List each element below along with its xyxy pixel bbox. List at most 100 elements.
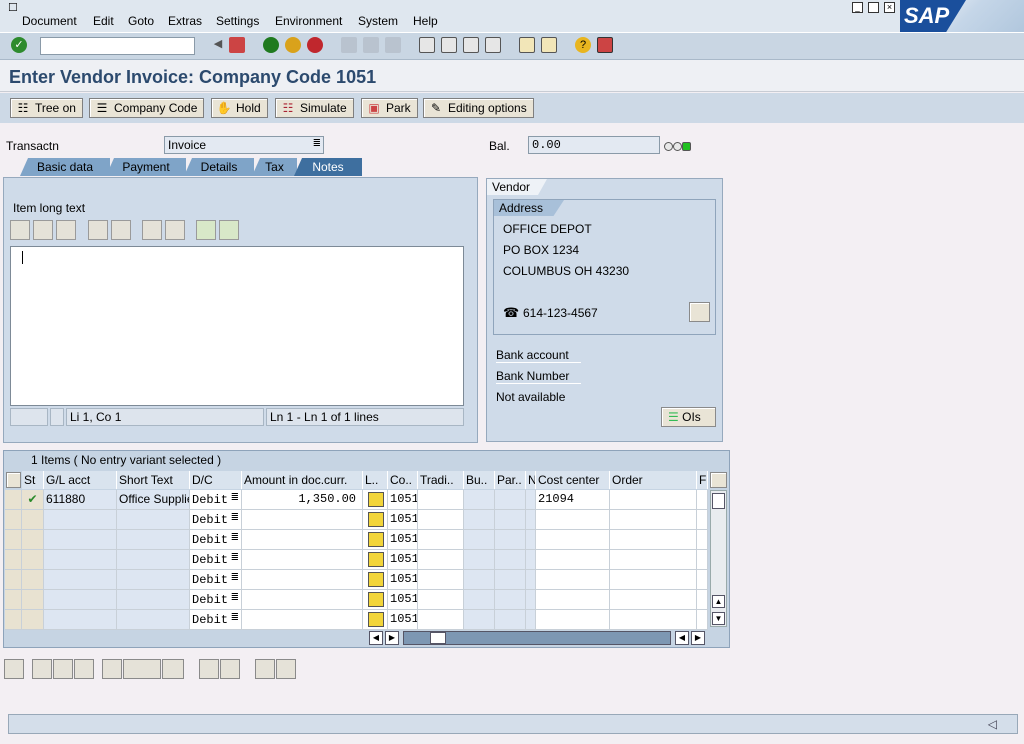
tax-code-field[interactable]	[363, 530, 388, 550]
gl-account-field[interactable]	[44, 550, 117, 570]
row-selector[interactable]	[5, 530, 22, 550]
back-arrow-icon[interactable]: ◀	[210, 37, 226, 53]
partner-field[interactable]	[495, 570, 526, 590]
column-header[interactable]: D/C	[190, 471, 242, 489]
deselect-all-icon[interactable]	[74, 659, 94, 679]
column-header[interactable]: Co..	[388, 471, 418, 489]
short-text-field[interactable]	[117, 610, 190, 630]
fi-field[interactable]	[697, 510, 708, 530]
delete-row-icon[interactable]	[162, 659, 184, 679]
amount-field[interactable]	[242, 550, 363, 570]
select-block-icon[interactable]	[32, 659, 52, 679]
menu-goto[interactable]: Goto	[128, 14, 154, 28]
n-field[interactable]	[526, 490, 536, 510]
park-button[interactable]: ▣ Park	[361, 98, 418, 118]
minimize-icon[interactable]: _	[852, 2, 863, 13]
order-field[interactable]	[610, 550, 697, 570]
long-text-editor[interactable]	[10, 246, 464, 406]
last-page-icon[interactable]	[485, 37, 501, 53]
next-page-icon[interactable]	[463, 37, 479, 53]
shortcut-icon[interactable]	[541, 37, 557, 53]
gl-account-field[interactable]	[44, 530, 117, 550]
gl-account-field[interactable]	[44, 570, 117, 590]
business-area-field[interactable]	[464, 510, 495, 530]
column-header[interactable]: St	[22, 471, 44, 489]
n-field[interactable]	[526, 550, 536, 570]
short-text-field[interactable]	[117, 550, 190, 570]
menu-settings[interactable]: Settings	[216, 14, 259, 28]
fi-field[interactable]	[697, 550, 708, 570]
select-all-icon[interactable]	[6, 472, 21, 488]
column-header[interactable]: L..	[363, 471, 388, 489]
amount-field[interactable]	[242, 530, 363, 550]
cost-center-field[interactable]	[536, 570, 610, 590]
insert-multiple-rows-icon[interactable]	[123, 659, 161, 679]
row-selector[interactable]	[5, 570, 22, 590]
menu-extras[interactable]: Extras	[168, 14, 202, 28]
ois-button[interactable]: ☰ OIs	[661, 407, 716, 427]
status-expand-icon[interactable]: ◁	[988, 717, 997, 731]
tax-code-icon[interactable]	[368, 492, 384, 507]
command-field[interactable]	[40, 37, 195, 55]
dropdown-icon[interactable]: ≣	[231, 532, 239, 543]
undo-icon[interactable]	[88, 220, 108, 240]
order-field[interactable]	[610, 510, 697, 530]
tax-code-icon[interactable]	[368, 572, 384, 587]
order-field[interactable]	[610, 610, 697, 630]
company-code-field[interactable]: 1051	[388, 570, 418, 590]
column-header[interactable]: Order	[610, 471, 697, 489]
tax-code-field[interactable]	[363, 590, 388, 610]
debit-credit-field[interactable]: Debit ≣	[190, 590, 242, 610]
menu-document[interactable]: Document	[22, 14, 77, 28]
n-field[interactable]	[526, 530, 536, 550]
scroll-right-icon[interactable]: ▶	[691, 631, 705, 645]
row-selector[interactable]	[5, 550, 22, 570]
dropdown-icon[interactable]: ≣	[231, 512, 239, 523]
tax-code-field[interactable]	[363, 550, 388, 570]
menu-environment[interactable]: Environment	[275, 14, 342, 28]
tab-payment[interactable]: Payment	[106, 158, 186, 176]
dropdown-icon[interactable]: ≣	[231, 612, 239, 623]
company-code-field[interactable]: 1051	[388, 490, 418, 510]
cost-center-field[interactable]	[536, 610, 610, 630]
scroll-left-end-icon[interactable]: ◀	[675, 631, 689, 645]
amount-field[interactable]	[242, 510, 363, 530]
partner-field[interactable]	[495, 510, 526, 530]
business-area-field[interactable]	[464, 570, 495, 590]
horizontal-scroll-thumb[interactable]	[430, 632, 446, 644]
save-icon[interactable]	[229, 37, 245, 53]
vendor-detail-icon[interactable]	[689, 302, 710, 322]
dropdown-icon[interactable]: ≣	[231, 592, 239, 603]
tax-code-icon[interactable]	[368, 552, 384, 567]
partner-field[interactable]	[495, 550, 526, 570]
copy-icon[interactable]	[33, 220, 53, 240]
back-icon[interactable]	[263, 37, 279, 53]
dropdown-icon[interactable]: ≣	[231, 492, 239, 503]
paste-icon[interactable]	[56, 220, 76, 240]
tax-code-field[interactable]	[363, 490, 388, 510]
business-area-field[interactable]	[464, 590, 495, 610]
n-field[interactable]	[526, 610, 536, 630]
debit-credit-field[interactable]: Debit ≣	[190, 550, 242, 570]
order-field[interactable]	[610, 530, 697, 550]
row-selector[interactable]	[5, 510, 22, 530]
scroll-right-step-icon[interactable]: ▶	[385, 631, 399, 645]
find-text-icon[interactable]	[142, 220, 162, 240]
dropdown-icon[interactable]: ≣	[231, 572, 239, 583]
trading-partner-field[interactable]	[418, 490, 464, 510]
vertical-scrollbar[interactable]: ▲ ▼	[710, 490, 727, 627]
simulate-button[interactable]: ☷ Simulate	[275, 98, 354, 118]
business-area-field[interactable]	[464, 490, 495, 510]
transaction-select[interactable]: Invoice ≣	[164, 136, 324, 154]
tree-on-button[interactable]: ☷ Tree on	[10, 98, 83, 118]
trading-partner-field[interactable]	[418, 610, 464, 630]
column-header[interactable]: Tradi..	[418, 471, 464, 489]
cost-center-field[interactable]	[536, 530, 610, 550]
menu-help[interactable]: Help	[413, 14, 438, 28]
paste-row-icon[interactable]	[220, 659, 240, 679]
trading-partner-field[interactable]	[418, 510, 464, 530]
business-area-field[interactable]	[464, 530, 495, 550]
column-header[interactable]: N	[526, 471, 536, 489]
table-settings-icon[interactable]	[710, 472, 727, 488]
debit-credit-field[interactable]: Debit ≣	[190, 530, 242, 550]
